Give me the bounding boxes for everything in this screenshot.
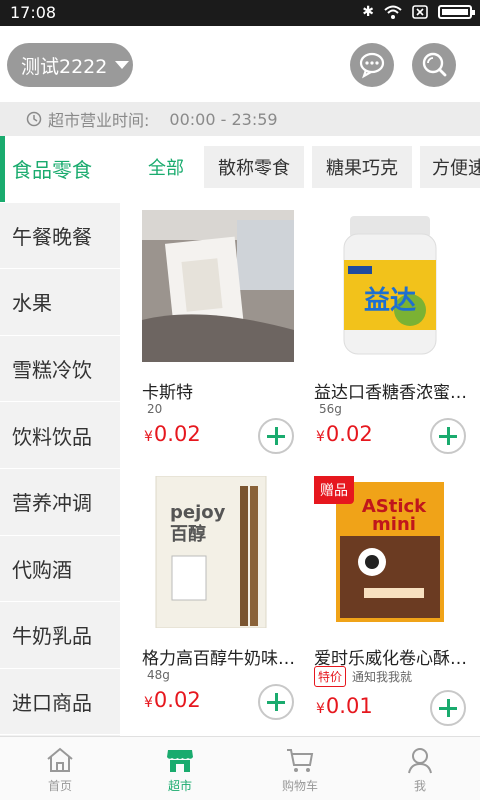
search-icon [422, 52, 447, 77]
product-image [142, 210, 294, 362]
tab-cart[interactable]: 购物车 [240, 737, 360, 800]
tab-home-label: 首页 [47, 779, 72, 793]
clock-icon [26, 111, 42, 127]
promo-text: 通知我我就 [352, 670, 413, 684]
product-image-label: pejoy 百醇 [170, 502, 226, 545]
tab-me-label: 我 [413, 779, 426, 793]
product-price: ¥0.01 [316, 694, 373, 718]
category-sidebar: 食品零食 午餐晚餐 水果 雪糕冷饮 饮料饮品 营养冲调 代购酒 牛奶乳品 进口商… [0, 136, 120, 736]
tab-candy-chocolate[interactable]: 糖果巧克 [312, 146, 412, 188]
tab-home[interactable]: 首页 [0, 737, 120, 800]
battery-icon [438, 5, 475, 19]
product-name: 益达口香糖香浓蜜瓜... [314, 383, 474, 403]
status-icons: ✱ [362, 4, 475, 20]
special-price-tag: 特价 [314, 666, 347, 687]
product-price: ¥0.02 [144, 688, 201, 712]
product-price: ¥0.02 [316, 422, 373, 446]
product-image: pejoy 百醇 [142, 476, 294, 628]
product-price: ¥0.02 [144, 422, 201, 446]
user-icon [408, 748, 432, 774]
sidebar-item-beverages[interactable]: 饮料饮品 [0, 402, 120, 469]
plus-icon [267, 427, 285, 445]
sidebar-item-fruit[interactable]: 水果 [0, 269, 120, 336]
product-spec: 56g [319, 402, 342, 416]
business-hours-value: 00:00 - 23:59 [169, 109, 278, 129]
product-name: 卡斯特 [142, 383, 193, 403]
wifi-icon [384, 5, 402, 19]
store-name: 测试2222 [21, 55, 108, 78]
product-grid: 卡斯特 20 ¥0.02 益达 益达口香糖香浓蜜瓜... 56g ¥0.02 p… [120, 196, 480, 736]
plus-icon [439, 699, 457, 717]
caret-down-icon [115, 61, 130, 69]
business-hours-label: 超市营业时间: [48, 111, 150, 130]
cart-icon [287, 749, 314, 772]
sidebar-item-liquor[interactable]: 代购酒 [0, 536, 120, 603]
gift-badge: 赠品 [314, 476, 354, 504]
promo-row: 特价 通知我我就 [314, 666, 412, 687]
tab-store[interactable]: 超市 [120, 737, 240, 800]
message-button[interactable] [350, 43, 394, 87]
sidebar-item-snacks[interactable]: 食品零食 [0, 136, 120, 203]
status-time: 17:08 [10, 3, 57, 22]
product-image-label: 益达 [364, 286, 417, 316]
add-to-cart-button[interactable] [258, 418, 294, 454]
subcategory-tabs: 全部 散称零食 糖果巧克 方便速 [120, 146, 480, 188]
sidebar-item-ice-cream[interactable]: 雪糕冷饮 [0, 336, 120, 403]
tab-cart-label: 购物车 [281, 779, 318, 793]
home-icon [47, 747, 73, 772]
store-icon [167, 750, 193, 772]
product-card[interactable]: AStick mini 赠品 爱时乐威化卷心酥巧... 特价 通知我我就 ¥0.… [292, 476, 474, 726]
product-image: AStick mini 赠品 [314, 476, 466, 628]
tab-instant-food[interactable]: 方便速 [420, 146, 480, 188]
add-to-cart-button[interactable] [430, 690, 466, 726]
plus-icon [267, 693, 285, 711]
tab-all[interactable]: 全部 [136, 146, 196, 188]
bluetooth-icon: ✱ [362, 4, 374, 20]
sim-icon [412, 5, 428, 19]
tab-bulk-snacks[interactable]: 散称零食 [204, 146, 304, 188]
sidebar-item-imported[interactable]: 进口商品 [0, 669, 120, 736]
business-hours-bar: 超市营业时间: 00:00 - 23:59 [0, 102, 480, 136]
header: 测试2222 [0, 26, 480, 102]
plus-icon [439, 427, 457, 445]
sidebar-item-meals[interactable]: 午餐晚餐 [0, 203, 120, 270]
product-card[interactable]: 卡斯特 20 ¥0.02 [120, 210, 294, 454]
product-card[interactable]: 益达 益达口香糖香浓蜜瓜... 56g ¥0.02 [292, 210, 474, 454]
tab-store-label: 超市 [167, 779, 192, 793]
status-bar: 17:08 ✱ [0, 0, 480, 26]
product-name: 格力高百醇牛奶味48g [142, 649, 302, 669]
add-to-cart-button[interactable] [258, 684, 294, 720]
product-card[interactable]: pejoy 百醇 格力高百醇牛奶味48g 48g ¥0.02 [120, 476, 302, 720]
sidebar-item-dairy[interactable]: 牛奶乳品 [0, 602, 120, 669]
chat-bubble-icon [359, 52, 385, 79]
sidebar-item-nutrition[interactable]: 营养冲调 [0, 469, 120, 536]
product-image-label: AStick mini [361, 496, 427, 535]
product-image: 益达 [314, 210, 466, 362]
product-spec: 48g [147, 668, 170, 682]
bottom-tab-bar: 首页 超市 购物车 我 [0, 736, 480, 800]
add-to-cart-button[interactable] [430, 418, 466, 454]
product-spec: 20 [147, 402, 163, 416]
tab-me[interactable]: 我 [360, 737, 480, 800]
store-selector[interactable]: 测试2222 [7, 43, 133, 87]
search-button[interactable] [412, 43, 456, 87]
